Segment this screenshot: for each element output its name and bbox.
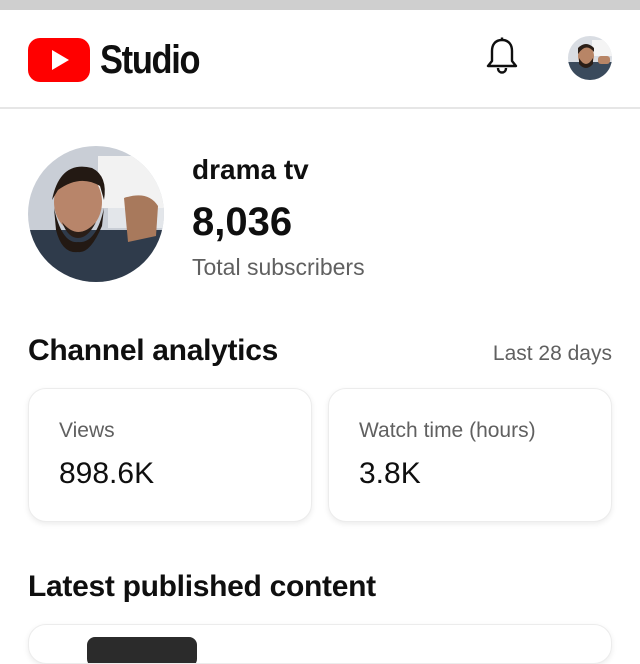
channel-name: drama tv	[192, 154, 309, 185]
views-value: 898.6K	[59, 457, 155, 490]
analytics-period: Last 28 days	[492, 342, 612, 365]
watch-time-value: 3.8K	[359, 457, 421, 490]
latest-title: Latest published content	[28, 570, 376, 603]
latest-header: Latest published content	[28, 570, 612, 604]
watch-time-label: Watch time (hours)	[359, 419, 536, 442]
views-card[interactable]: Views 898.6K	[28, 388, 312, 522]
analytics-cards: Views 898.6K Watch time (hours) 3.8K	[28, 388, 612, 522]
notifications-button[interactable]	[482, 37, 522, 80]
bell-icon	[485, 37, 519, 80]
watch-time-card[interactable]: Watch time (hours) 3.8K	[328, 388, 612, 522]
latest-content-card[interactable]	[28, 624, 612, 664]
youtube-play-icon	[28, 38, 90, 82]
analytics-header: Channel analytics Last 28 days	[28, 334, 612, 368]
channel-avatar[interactable]	[28, 146, 164, 282]
app-bar: Studio	[0, 10, 640, 109]
subscriber-count: 8,036	[192, 200, 293, 244]
studio-logo[interactable]: Studio	[28, 38, 215, 82]
account-avatar[interactable]	[568, 36, 612, 80]
video-thumbnail[interactable]	[87, 637, 197, 663]
analytics-title: Channel analytics	[28, 334, 278, 367]
status-bar	[0, 0, 640, 10]
brand-wordmark: Studio	[100, 37, 201, 82]
channel-profile: drama tv 8,036 Total subscribers	[28, 146, 612, 286]
subscriber-label: Total subscribers	[192, 254, 365, 280]
views-label: Views	[59, 419, 115, 442]
